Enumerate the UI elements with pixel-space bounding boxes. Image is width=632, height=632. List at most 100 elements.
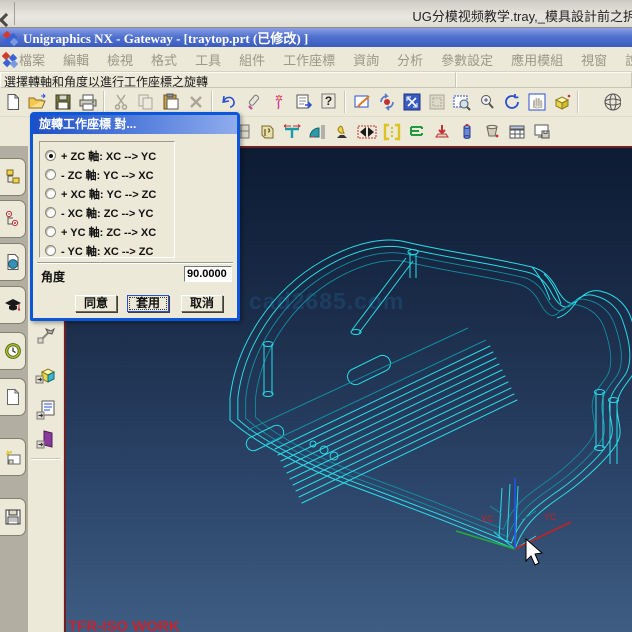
toolbar-separator	[103, 91, 105, 113]
radio-button-icon[interactable]	[45, 188, 56, 199]
zoom-window-button[interactable]	[449, 89, 474, 115]
tab-history[interactable]	[0, 332, 26, 370]
strip-divider	[14, 2, 15, 25]
menu-information[interactable]: 資詢	[353, 50, 379, 69]
rotate-button[interactable]	[374, 89, 399, 115]
angle-input[interactable]	[184, 266, 232, 282]
core-post-button[interactable]	[454, 119, 479, 145]
ok-button[interactable]: 同意	[75, 295, 117, 312]
bom-table-button[interactable]	[504, 119, 529, 145]
exit-button[interactable]	[34, 427, 58, 451]
pan-button[interactable]	[524, 89, 549, 115]
workpiece-plate-button[interactable]	[254, 119, 279, 145]
zoom-in-out-button[interactable]	[474, 89, 499, 115]
copy-icon	[137, 93, 155, 111]
menu-file[interactable]: 檔案	[19, 50, 45, 69]
radio-button-icon[interactable]	[45, 207, 56, 218]
menu-analysis[interactable]: 分析	[397, 50, 423, 69]
rotate-icon	[378, 93, 396, 111]
mold-split-icon	[357, 123, 377, 141]
fit-view-button[interactable]	[399, 89, 424, 115]
window-title-bar[interactable]: Unigraphics NX - Gateway - [traytop.prt …	[0, 28, 632, 47]
window-title: Unigraphics NX - Gateway - [traytop.prt …	[23, 28, 308, 47]
menu-edit[interactable]: 編輯	[63, 50, 89, 69]
refresh-display-button[interactable]	[349, 89, 374, 115]
tool-button[interactable]	[34, 323, 58, 347]
cancel-button[interactable]: 取消	[181, 295, 223, 312]
log-book-icon	[295, 93, 313, 111]
save-part-icon	[4, 508, 22, 526]
menu-window[interactable]: 視窗	[581, 50, 607, 69]
modeling-app-icon	[35, 364, 57, 386]
axis-option[interactable]: + ZC 軸: XC --> YC	[45, 146, 174, 165]
tab-web-browser[interactable]	[0, 243, 26, 281]
display-mode-button[interactable]	[598, 89, 623, 115]
workpiece-plate-icon	[258, 123, 276, 141]
pocket-cup-button[interactable]	[479, 119, 504, 145]
axis-option-label: - XC 軸: ZC --> YC	[61, 205, 153, 221]
axis-option[interactable]: + XC 軸: YC --> ZC	[45, 184, 174, 203]
help-icon: ?	[321, 93, 337, 111]
refresh-display-icon	[353, 93, 371, 111]
monitor-save-button[interactable]	[529, 119, 554, 145]
parting-candle-button[interactable]	[329, 119, 354, 145]
undo-icon	[220, 94, 238, 110]
wcs-tool-button[interactable]	[279, 119, 304, 145]
tab-training[interactable]	[0, 286, 26, 324]
menu-application[interactable]: 應用模組	[511, 50, 563, 69]
exit-door-icon	[35, 428, 57, 450]
mold-split-button[interactable]	[354, 119, 379, 145]
apply-button[interactable]: 套用	[127, 295, 169, 312]
log-book-button[interactable]	[291, 89, 316, 115]
rotate-wcs-dialog[interactable]: 旋轉工作座標 對... + ZC 軸: XC --> YC - ZC 軸: YC…	[30, 112, 240, 321]
tab-part-navigator[interactable]	[0, 200, 26, 238]
dialog-title-bar[interactable]: 旋轉工作座標 對...	[33, 115, 237, 134]
tab-save-part[interactable]	[0, 498, 26, 536]
menu-wcs[interactable]: 工作座標	[283, 50, 335, 69]
new-part-icon	[4, 448, 22, 466]
radio-button-icon[interactable]	[45, 245, 56, 256]
toolbar-separator	[344, 91, 346, 113]
mouse-cursor	[526, 539, 542, 565]
menu-view[interactable]: 檢視	[107, 50, 133, 69]
print-icon	[78, 93, 98, 111]
region-arrow-button[interactable]	[429, 119, 454, 145]
tab-roles[interactable]	[0, 378, 26, 416]
modeling-app-button[interactable]	[34, 363, 58, 387]
tab-new-part[interactable]	[0, 438, 26, 476]
axis-option[interactable]: - YC 軸: XC --> ZC	[45, 241, 174, 260]
spark-button[interactable]	[266, 89, 291, 115]
axis-option[interactable]: - ZC 軸: YC --> XC	[45, 165, 174, 184]
background-window-caption: UG分模视频教学.tray,_模具設計前之拆	[412, 6, 632, 25]
layer-stack-button[interactable]	[404, 119, 429, 145]
shrinkage-corner-button[interactable]	[304, 119, 329, 145]
radio-button-icon[interactable]	[45, 150, 56, 161]
menu-tools[interactable]: 工具	[195, 50, 221, 69]
menu-help[interactable]: 說明	[625, 50, 632, 69]
axis-option-label: + XC 軸: YC --> ZC	[61, 186, 156, 202]
rotate-view-button[interactable]	[499, 89, 524, 115]
menu-format[interactable]: 格式	[151, 50, 177, 69]
touch-pen-button[interactable]	[241, 89, 266, 115]
tool-hammer-icon	[36, 325, 56, 345]
drafting-app-button[interactable]	[34, 398, 58, 422]
radio-button-icon[interactable]	[45, 226, 56, 237]
svg-text:?: ?	[324, 94, 331, 108]
prompt-bar: 選擇轉軸和角度以進行工作座標之旋轉	[0, 72, 632, 88]
assembly-navigator-icon	[4, 168, 22, 186]
axis-option[interactable]: + YC 軸: ZC --> XC	[45, 222, 174, 241]
new-file-button[interactable]	[0, 89, 25, 115]
cut-scissors-icon	[113, 93, 129, 111]
zoom-window-icon	[453, 93, 471, 111]
menu-preferences[interactable]: 參數設定	[441, 50, 493, 69]
cavity-bracket-button[interactable]	[379, 119, 404, 145]
radio-button-icon[interactable]	[45, 169, 56, 180]
axis-option[interactable]: - XC 軸: ZC --> YC	[45, 203, 174, 222]
zoom-box-button[interactable]	[424, 89, 449, 115]
shrinkage-corner-icon	[307, 123, 327, 141]
help-button[interactable]: ?	[316, 89, 341, 115]
shaded-box-button[interactable]	[549, 89, 574, 115]
history-clock-icon	[4, 342, 22, 360]
tab-assembly-navigator[interactable]	[0, 158, 26, 196]
menu-assemblies[interactable]: 組件	[239, 50, 265, 69]
